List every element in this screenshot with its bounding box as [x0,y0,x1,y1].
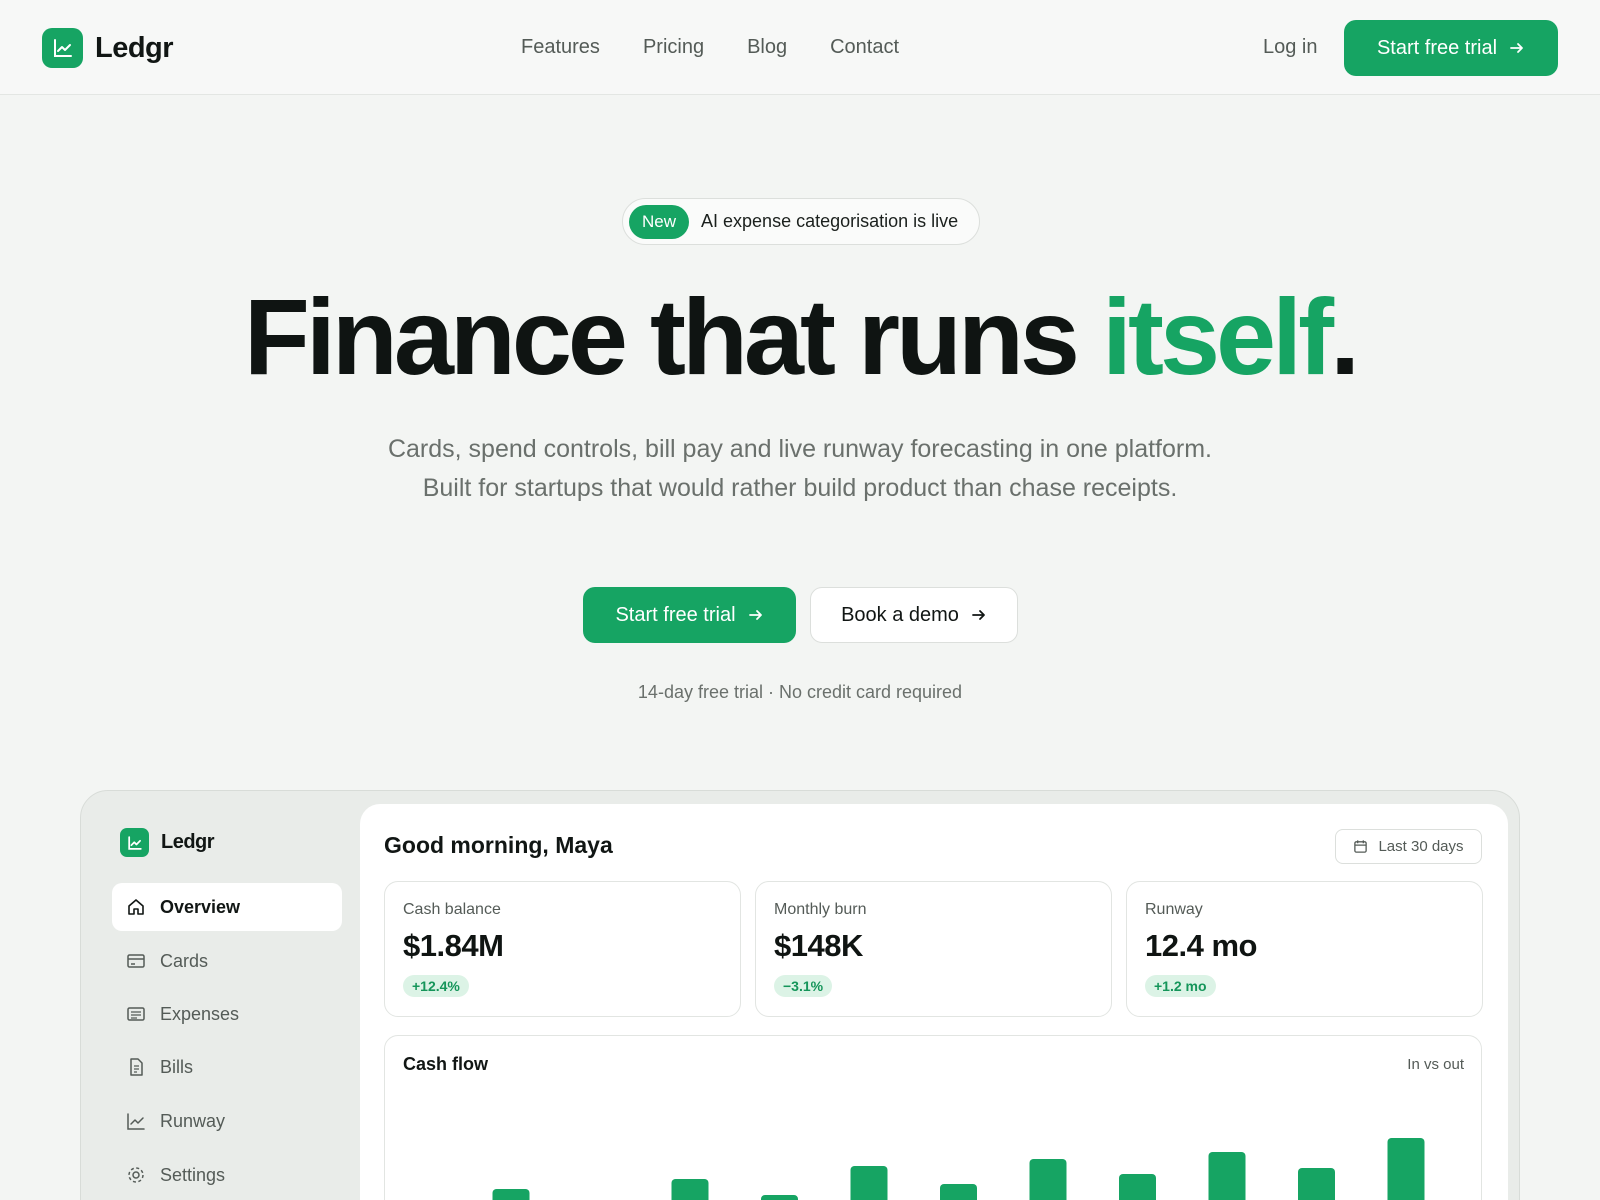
hero-title-accent: itself [1102,276,1334,397]
nav-link-blog[interactable]: Blog [747,36,787,59]
chart-logo-icon [120,828,149,857]
sidebar-item-runway[interactable]: Runway [112,1097,342,1145]
cash-flow-plot [492,1138,1425,1200]
calendar-icon [1353,839,1368,854]
sidebar-item-label: Bills [160,1056,194,1077]
chart-legend: In vs out [1407,1056,1464,1073]
nav-link-pricing[interactable]: Pricing [643,36,704,59]
sidebar-item-label: Runway [160,1110,226,1131]
app-brand: Ledgr [120,828,215,857]
arrow-right-icon [1509,40,1525,56]
bar-in-6 [850,1166,888,1200]
sidebar-item-label: Settings [160,1164,226,1185]
bar-in-9 [1119,1174,1156,1200]
sidebar-item-label: Expenses [160,1003,240,1024]
date-range-button[interactable]: Last 30 days [1335,829,1482,864]
arrow-right-icon [971,607,987,623]
new-badge: New [629,204,690,239]
date-range-label: Last 30 days [1378,838,1464,855]
document-icon [126,1057,146,1077]
book-demo-label: Book a demo [841,603,959,626]
trial-note: 14-day free trial · No credit card requi… [637,682,963,702]
home-icon [126,897,146,917]
sidebar-item-label: Overview [160,896,241,917]
bar-in-7 [940,1184,977,1200]
bar-in-5 [761,1195,798,1200]
bar-in-11 [1298,1168,1335,1200]
announcement-text: AI expense categorisation is live [701,211,959,231]
stat-label: Cash balance [403,901,501,918]
bar-in-2 [492,1189,530,1200]
bar-in-10 [1208,1152,1246,1200]
arrow-right-icon [748,607,764,623]
greeting: Good morning, Maya [384,832,613,858]
nav-link-features[interactable]: Features [521,36,600,59]
book-demo-button[interactable]: Book a demo [810,587,1018,643]
stat-label: Runway [1145,901,1203,918]
stat-delta: +1.2 mo [1145,975,1216,997]
bar-in-4 [671,1179,709,1200]
gear-icon [126,1165,146,1185]
hero-start-trial-button[interactable]: Start free trial [583,587,796,643]
announcement-pill[interactable]: New AI expense categorisation is live [622,198,980,245]
card-icon [126,951,146,971]
sidebar-item-cards[interactable]: Cards [112,937,342,985]
chart-line-icon [126,1111,146,1131]
stat-value: 12.4 mo [1145,928,1257,963]
chart-logo-icon [42,28,83,68]
stat-delta: −3.1% [774,975,833,997]
stat-value: $1.84M [403,928,504,963]
sidebar-item-bills[interactable]: Bills [112,1043,342,1091]
sidebar-item-settings[interactable]: Settings [112,1151,342,1199]
stat-card-cash-balance[interactable]: Cash balance $1.84M +12.4% [384,881,741,1017]
login-link[interactable]: Log in [1263,36,1318,59]
top-nav: Ledgr Features Pricing Blog Contact Log … [0,0,1600,95]
hero-cta-label: Start free trial [615,603,736,626]
cash-flow-chart: Cash flow In vs out [384,1035,1482,1200]
sidebar-item-expenses[interactable]: Expenses [112,990,342,1038]
bar-in-8 [1029,1159,1067,1200]
hero-title: Finance that runs itself. [0,272,1600,402]
nav-links: Features Pricing Blog Contact [521,36,942,59]
bar-in-12 [1387,1138,1425,1200]
stat-delta: +12.4% [403,975,469,997]
hero-subtitle: Cards, spend controls, bill pay and live… [387,435,1213,502]
stat-card-runway[interactable]: Runway 12.4 mo +1.2 mo [1126,881,1483,1017]
brand-logo[interactable]: Ledgr [42,28,174,68]
stat-value: $148K [774,928,863,963]
nav-link-contact[interactable]: Contact [830,36,899,59]
stat-label: Monthly burn [774,901,867,918]
stat-card-monthly-burn[interactable]: Monthly burn $148K −3.1% [755,881,1112,1017]
brand-name: Ledgr [95,31,174,64]
app-brand-name: Ledgr [161,831,215,853]
chart-title: Cash flow [403,1054,489,1074]
hero-title-main: Finance that runs [243,276,1103,397]
hero-title-end: . [1330,276,1360,397]
sidebar-item-overview[interactable]: Overview [112,883,342,931]
nav-cta-label: Start free trial [1376,36,1498,59]
receipt-icon [126,1004,146,1024]
sidebar-item-label: Cards [160,950,209,971]
nav-start-trial-button[interactable]: Start free trial [1344,20,1558,76]
